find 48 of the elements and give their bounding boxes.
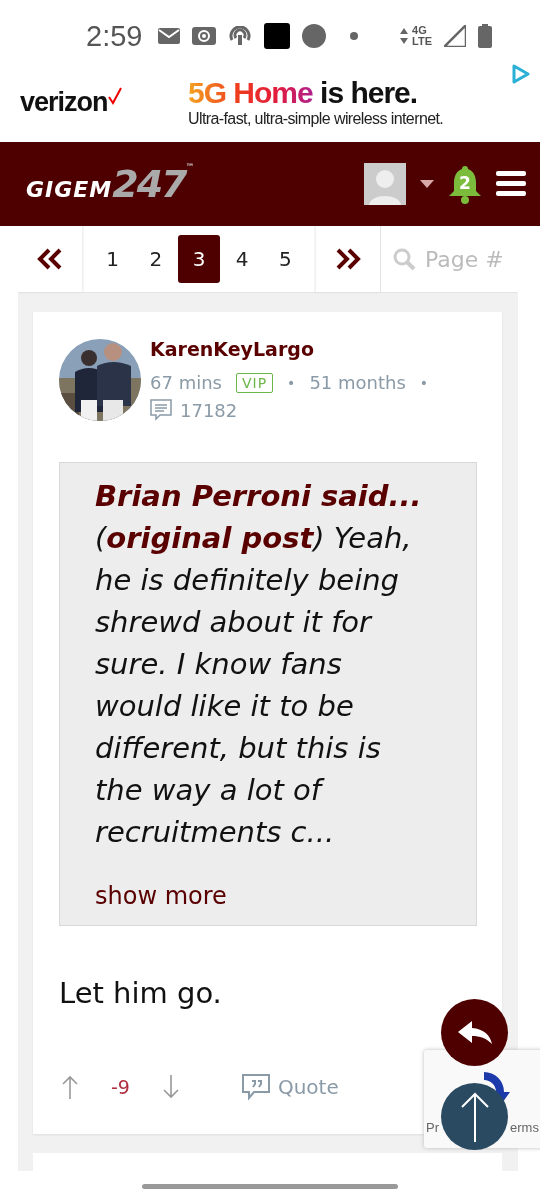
page-search-field[interactable]: Page # — [380, 226, 518, 292]
page-button[interactable]: 5 — [264, 235, 306, 283]
ad-choices-icon[interactable] — [512, 64, 530, 84]
member-tenure: 51 months — [309, 372, 406, 393]
mail-icon — [158, 28, 181, 44]
page-button[interactable]: 3 — [178, 235, 220, 283]
up-arrow-icon — [459, 1091, 490, 1142]
post-time: 67 mins — [150, 372, 222, 393]
speech-bubble-icon — [241, 1074, 270, 1100]
quote-text: (original post) Yeah, he is definitely being shrewd about it for sure. I know fans would like it to be different, but this is the way a lot of recruitments c... — [95, 520, 413, 851]
reply-arrow-icon — [457, 1020, 492, 1045]
page-button[interactable]: 1 — [92, 235, 134, 283]
battery-icon — [478, 24, 492, 48]
username-link[interactable]: KarenKeyLargo — [150, 338, 429, 360]
ad-banner[interactable]: verizon 5G Home is here. Ultra-fast, ultra-simple wireless internet. — [0, 62, 540, 142]
page-button[interactable]: 2 — [135, 235, 177, 283]
separator: • — [287, 374, 296, 391]
upvote-icon[interactable] — [61, 1075, 79, 1099]
comment-icon — [150, 399, 172, 421]
brand-logo: verizon — [20, 86, 188, 118]
privacy-link-text[interactable]: Pr — [426, 1120, 439, 1135]
page-button[interactable]: 4 — [221, 235, 263, 283]
dot-icon — [350, 32, 359, 40]
data-arrows-icon — [400, 28, 409, 44]
ad-subline: Ultra-fast, ultra-simple wireless internet. — [188, 110, 444, 128]
post-message: Let him go. — [59, 976, 223, 1010]
last-page-button[interactable] — [316, 226, 380, 292]
downvote-icon[interactable] — [161, 1075, 180, 1099]
show-more-link[interactable]: show more — [95, 881, 432, 911]
clock: 2:59 — [86, 19, 143, 53]
circle-icon — [302, 24, 327, 48]
quote-author: Brian Perroni said... — [95, 478, 423, 515]
signal-icon — [444, 25, 466, 47]
post-count: 17182 — [180, 399, 238, 421]
radio-icon — [192, 27, 217, 45]
network-type: 4G LTE — [412, 25, 432, 47]
caret-icon[interactable] — [420, 180, 434, 188]
double-chevron-right-icon — [335, 248, 361, 270]
menu-icon[interactable] — [496, 171, 526, 197]
first-page-button[interactable] — [18, 226, 82, 292]
site-logo[interactable]: GIGEM247$^{™}$ — [26, 162, 195, 206]
vote-score: -9 — [111, 1076, 130, 1098]
vip-badge: VIP — [235, 372, 274, 393]
square-icon — [264, 23, 291, 49]
broadcast-icon — [228, 26, 253, 46]
terms-link-text[interactable]: erms — [510, 1120, 539, 1135]
double-chevron-left-icon — [37, 248, 63, 270]
separator: • — [419, 374, 429, 391]
